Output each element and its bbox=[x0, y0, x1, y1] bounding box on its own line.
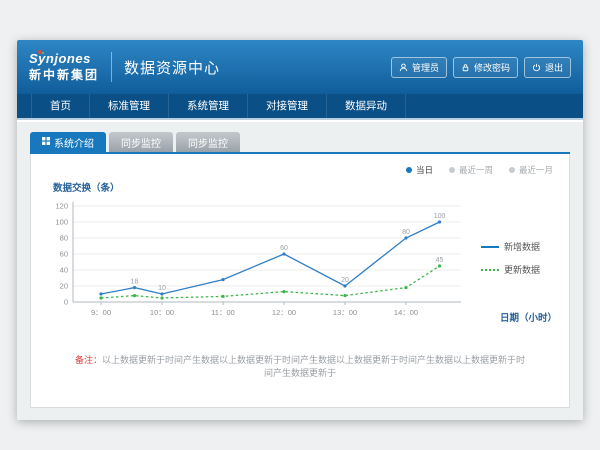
svg-text:80: 80 bbox=[60, 234, 68, 243]
solid-line-icon bbox=[481, 246, 499, 248]
app-window: Synjones 新中新集团 数据资源中心 管理员 修改密码 bbox=[17, 40, 583, 420]
svg-text:60: 60 bbox=[280, 245, 288, 252]
svg-text:45: 45 bbox=[436, 257, 444, 264]
legend-new-data[interactable]: 新增数据 bbox=[481, 240, 557, 253]
filter-today[interactable]: 当日 bbox=[406, 164, 433, 176]
svg-text:13：00: 13：00 bbox=[333, 308, 357, 317]
svg-text:120: 120 bbox=[55, 202, 68, 211]
svg-text:100: 100 bbox=[55, 218, 68, 227]
dotted-line-icon bbox=[481, 269, 499, 271]
legend-dot-icon bbox=[449, 167, 455, 173]
admin-user-label: 管理员 bbox=[412, 61, 439, 74]
admin-user-button[interactable]: 管理员 bbox=[391, 57, 447, 78]
chart-panel: 当日 最近一周 最近一月 数据交换（条） 0 20 40 60 80 100 120 9：00… bbox=[30, 154, 570, 408]
user-icon bbox=[399, 63, 408, 72]
x-axis-title: 日期（小时） bbox=[500, 310, 557, 324]
footnote-text: 以上数据更新于时间产生数据以上数据更新于时间产生数据以上数据更新于时间产生数据以… bbox=[102, 355, 525, 378]
tab-bar: 系统介绍 同步监控 同步监控 bbox=[30, 132, 570, 154]
filter-last-week[interactable]: 最近一周 bbox=[449, 164, 493, 176]
chart-container: 0 20 40 60 80 100 120 9：00 10：00 11：00 12：00 13：00 1… bbox=[45, 198, 559, 334]
change-password-button[interactable]: 修改密码 bbox=[453, 57, 518, 78]
logout-label: 退出 bbox=[545, 61, 563, 74]
legend-label: 新增数据 bbox=[504, 240, 540, 253]
svg-text:60: 60 bbox=[60, 250, 68, 259]
y-axis-title: 数据交换（条） bbox=[53, 180, 559, 194]
series-legend: 新增数据 更新数据 bbox=[481, 240, 557, 286]
tab-system-intro[interactable]: 系统介绍 bbox=[30, 132, 106, 152]
content-area: 系统介绍 同步监控 同步监控 当日 最近一周 bbox=[17, 122, 583, 420]
svg-text:11：00: 11：00 bbox=[211, 308, 235, 317]
svg-text:10: 10 bbox=[158, 285, 166, 292]
svg-text:100: 100 bbox=[434, 213, 446, 220]
power-icon bbox=[532, 63, 541, 72]
svg-text:20: 20 bbox=[60, 282, 68, 291]
lock-icon bbox=[461, 63, 470, 72]
main-nav: 首页 标准管理 系统管理 对接管理 数据异动 bbox=[17, 94, 583, 120]
svg-text:14：00: 14：00 bbox=[394, 308, 418, 317]
legend-label: 更新数据 bbox=[504, 263, 540, 276]
tab-label: 同步监控 bbox=[121, 135, 161, 150]
tab-label: 系统介绍 bbox=[54, 135, 94, 150]
tab-sync-monitor-1[interactable]: 同步监控 bbox=[109, 132, 173, 152]
filter-label: 最近一周 bbox=[459, 164, 493, 176]
logo: Synjones 新中新集团 bbox=[29, 52, 99, 81]
footnote: 备注：以上数据更新于时间产生数据以上数据更新于时间产生数据以上数据更新于时间产生… bbox=[41, 354, 559, 379]
svg-text:40: 40 bbox=[60, 266, 68, 275]
filter-label: 最近一月 bbox=[519, 164, 553, 176]
filter-last-month[interactable]: 最近一月 bbox=[509, 164, 553, 176]
logout-button[interactable]: 退出 bbox=[524, 57, 571, 78]
nav-item-standard-mgmt[interactable]: 标准管理 bbox=[90, 94, 169, 118]
change-password-label: 修改密码 bbox=[474, 61, 510, 74]
header-divider bbox=[111, 52, 112, 82]
legend-dot-icon bbox=[406, 167, 412, 173]
svg-text:80: 80 bbox=[402, 229, 410, 236]
app-title: 数据资源中心 bbox=[124, 57, 220, 78]
svg-text:18: 18 bbox=[131, 279, 139, 286]
legend-dot-icon bbox=[509, 167, 515, 173]
footnote-label: 备注： bbox=[75, 355, 102, 365]
svg-text:10：00: 10：00 bbox=[150, 308, 174, 317]
nav-item-data-change[interactable]: 数据异动 bbox=[327, 94, 406, 118]
filter-label: 当日 bbox=[416, 164, 433, 176]
svg-text:0: 0 bbox=[64, 298, 68, 307]
nav-item-integration-mgmt[interactable]: 对接管理 bbox=[248, 94, 327, 118]
nav-item-system-mgmt[interactable]: 系统管理 bbox=[169, 94, 248, 118]
legend-updated-data[interactable]: 更新数据 bbox=[481, 263, 557, 276]
logo-subtext: 新中新集团 bbox=[29, 69, 99, 82]
page-background: Synjones 新中新集团 数据资源中心 管理员 修改密码 bbox=[0, 0, 600, 450]
period-filter-legend: 当日 最近一周 最近一月 bbox=[41, 164, 553, 176]
app-header: Synjones 新中新集团 数据资源中心 管理员 修改密码 bbox=[17, 40, 583, 94]
svg-text:12：00: 12：00 bbox=[272, 308, 296, 317]
tab-sync-monitor-2[interactable]: 同步监控 bbox=[176, 132, 240, 152]
grid-icon bbox=[42, 137, 50, 148]
logo-text: Synjones bbox=[29, 52, 99, 66]
tab-label: 同步监控 bbox=[188, 135, 228, 150]
line-chart: 0 20 40 60 80 100 120 9：00 10：00 11：00 12：00 13：00 1… bbox=[45, 198, 485, 330]
svg-text:9：00: 9：00 bbox=[91, 308, 111, 317]
nav-item-home[interactable]: 首页 bbox=[31, 94, 90, 118]
svg-text:20: 20 bbox=[341, 277, 349, 284]
